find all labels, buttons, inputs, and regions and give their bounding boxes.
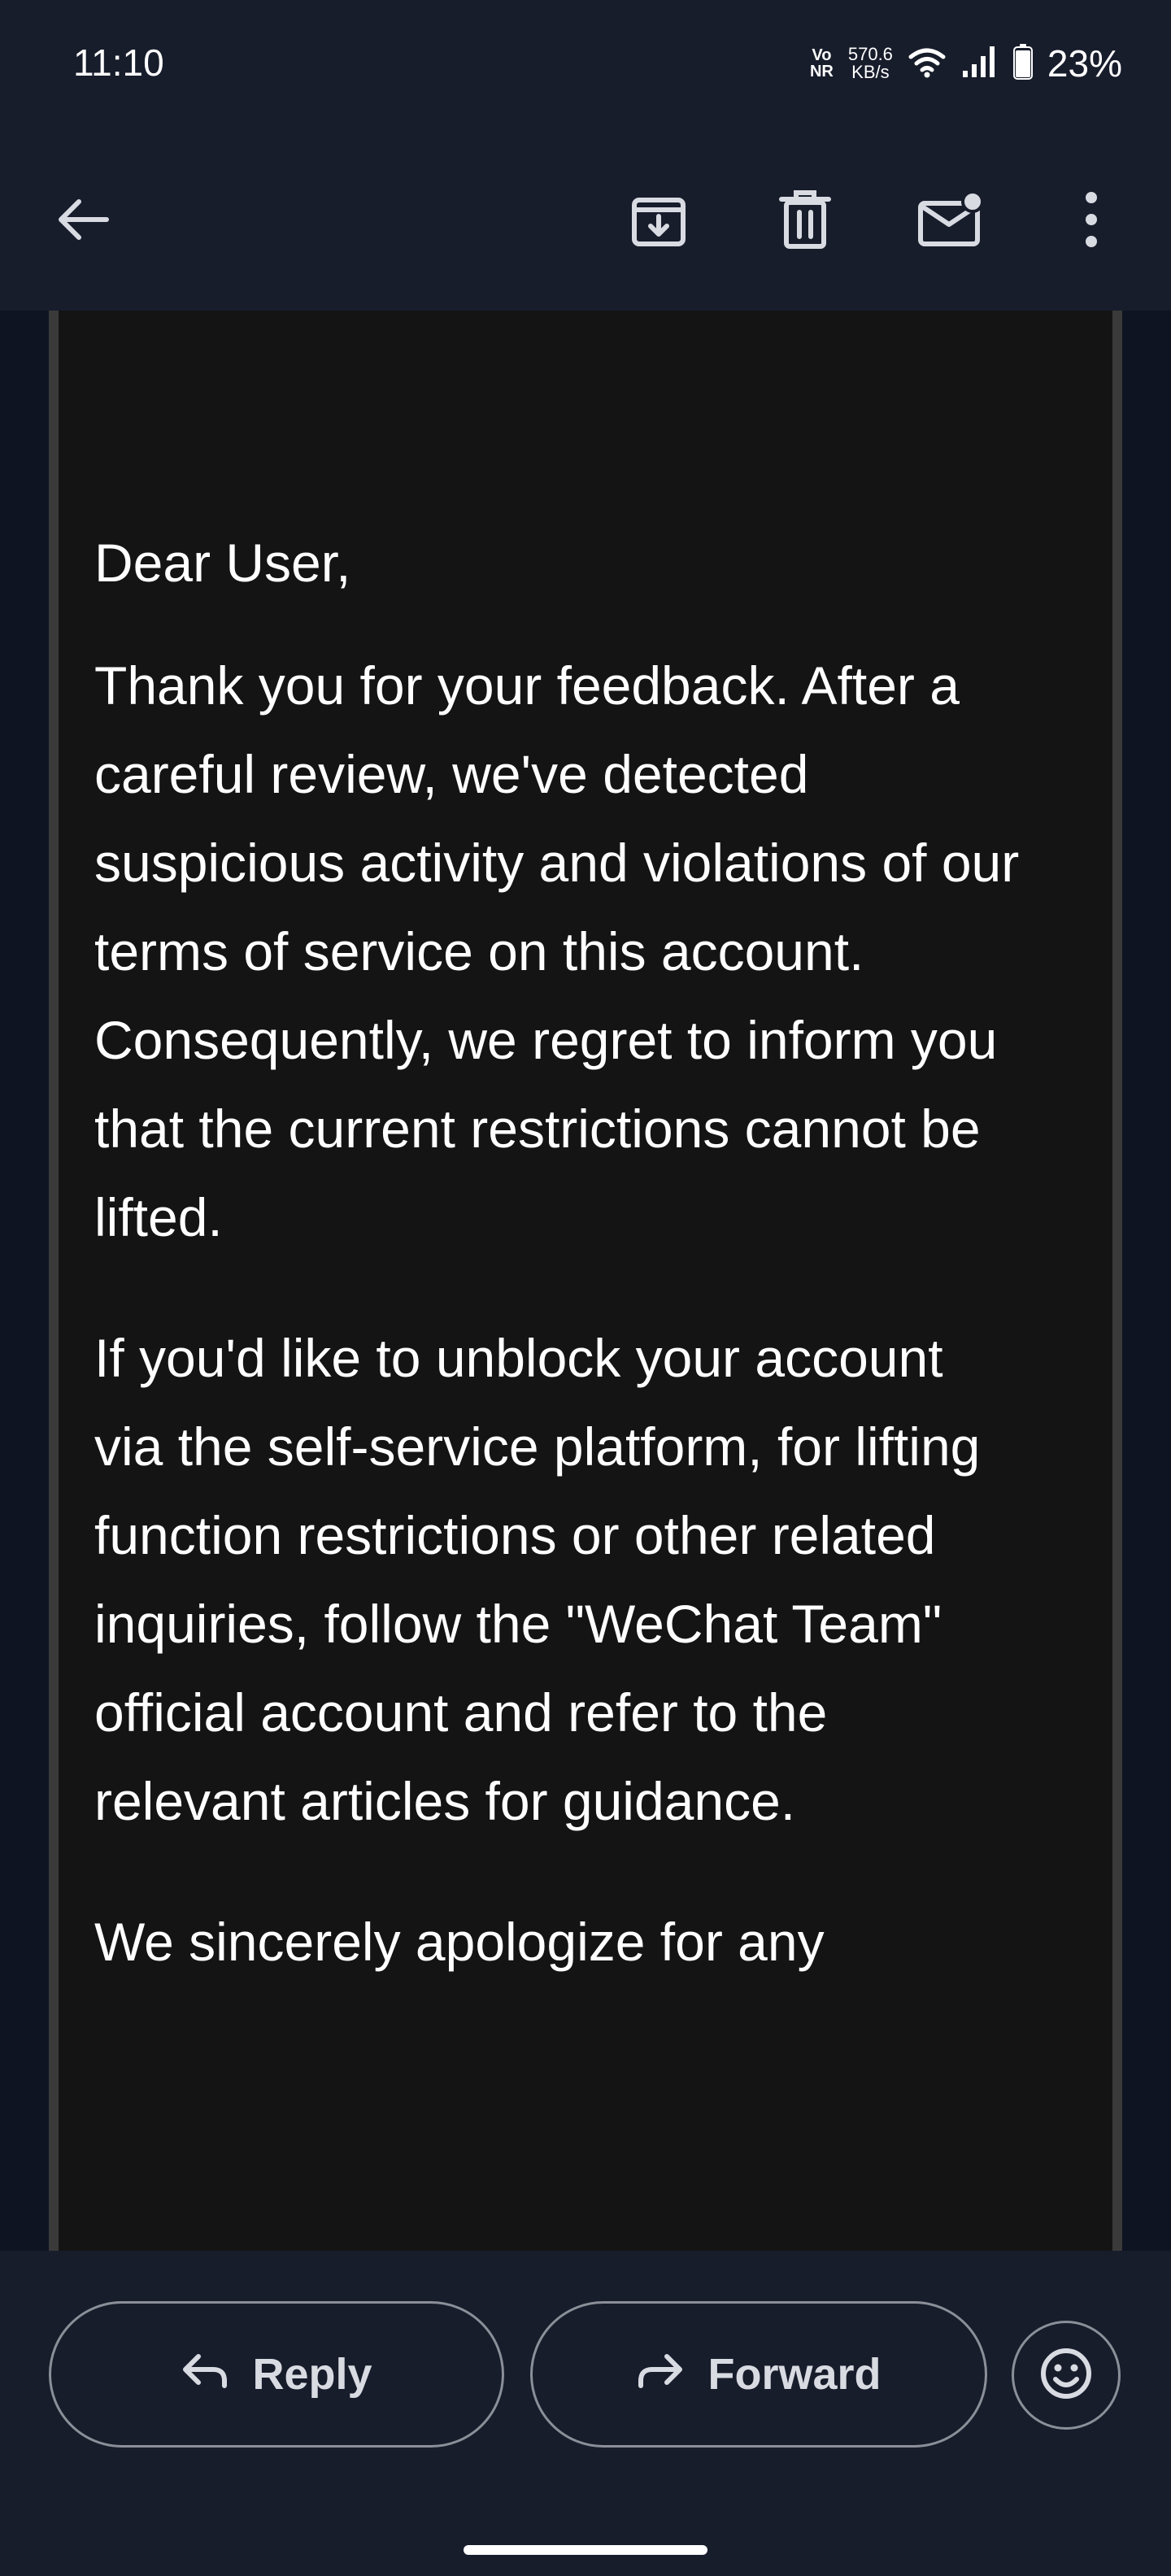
email-paragraph: Thank you for your feedback. After a car… — [94, 655, 1020, 1247]
battery-percent: 23% — [1047, 42, 1122, 85]
forward-button[interactable]: Forward — [530, 2301, 987, 2448]
wifi-icon — [908, 46, 947, 82]
signal-icon — [961, 45, 999, 83]
battery-icon — [1012, 43, 1033, 84]
forward-icon — [636, 2349, 685, 2400]
reply-button[interactable]: Reply — [49, 2301, 504, 2448]
action-bar: Reply Forward — [0, 2251, 1171, 2576]
archive-icon[interactable] — [618, 179, 699, 260]
emoji-reaction-icon — [1039, 2347, 1093, 2404]
network-speed-value: 570.6 — [847, 44, 893, 64]
email-greeting: Dear User, — [94, 533, 351, 593]
email-paragraph: We sincerely apologize for any — [94, 1912, 825, 1972]
reply-label: Reply — [252, 2350, 372, 2399]
forward-label: Forward — [707, 2350, 882, 2399]
status-time: 11:10 — [73, 41, 164, 84]
reply-icon — [181, 2349, 229, 2400]
volte-top: Vo — [812, 46, 832, 64]
status-indicators: Vo NR 570.6 KB/s 23% — [810, 39, 1122, 88]
mark-unread-icon[interactable] — [911, 179, 992, 260]
delete-icon[interactable] — [764, 179, 846, 260]
home-indicator[interactable] — [464, 2545, 707, 2555]
emoji-reaction-button[interactable] — [1012, 2321, 1121, 2430]
email-message: Dear User, Thank you for your feedback. … — [94, 519, 1021, 2039]
volte-bottom: NR — [809, 63, 834, 80]
status-bar: 11:10 Vo NR 570.6 KB/s 23% — [0, 0, 1171, 130]
back-arrow-icon[interactable] — [42, 179, 124, 260]
network-speed: 570.6 KB/s — [848, 46, 893, 81]
volte-indicator: Vo NR — [810, 47, 834, 80]
email-body-area[interactable]: Dear User, Thank you for your feedback. … — [0, 311, 1171, 2251]
email-paragraph: If you'd like to unblock your account vi… — [94, 1328, 981, 1831]
more-options-icon[interactable] — [1051, 179, 1132, 260]
network-speed-unit: KB/s — [851, 62, 890, 82]
email-toolbar — [0, 130, 1171, 311]
